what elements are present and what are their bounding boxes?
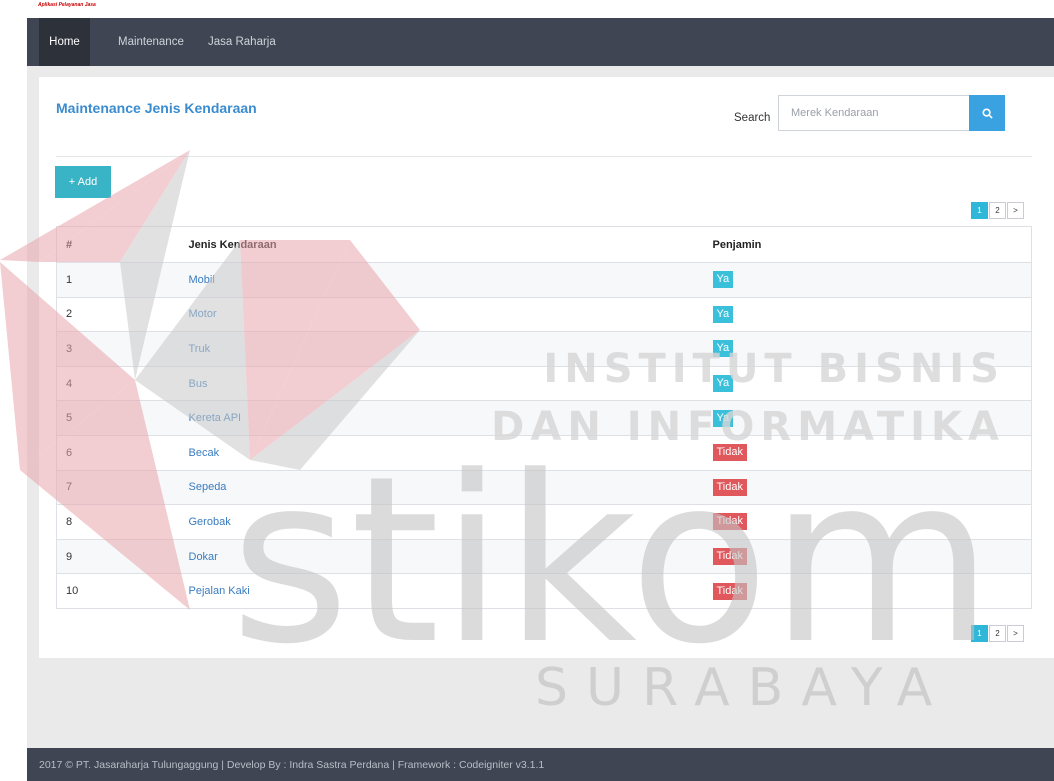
- row-number: 7: [56, 469, 189, 505]
- table-row: 5 Kereta API Ya: [56, 400, 1032, 436]
- row-jenis-cell: Kereta API: [188, 400, 713, 436]
- table-row: 7 Sepeda Tidak: [56, 469, 1032, 505]
- row-penjamin-cell: Tidak: [712, 538, 1032, 574]
- row-number: 8: [56, 504, 189, 540]
- penjamin-badge: Tidak: [712, 582, 747, 600]
- pagination-top: 1 2 >: [971, 202, 1024, 219]
- row-penjamin-cell: Tidak: [712, 504, 1032, 540]
- jenis-kendaraan-table: # Jenis Kendaraan Penjamin 1 Mobil Ya 2 Moto…: [56, 226, 1032, 609]
- jenis-kendaraan-link[interactable]: Bus: [189, 378, 208, 390]
- nav-jasa-raharja[interactable]: Jasa Raharja: [208, 18, 276, 66]
- penjamin-badge: Ya: [712, 340, 734, 358]
- row-jenis-cell: Truk: [188, 331, 713, 367]
- jenis-kendaraan-link[interactable]: Kereta API: [189, 412, 242, 424]
- row-jenis-cell: Motor: [188, 296, 713, 332]
- row-number: 2: [56, 296, 189, 332]
- search-button[interactable]: [969, 95, 1005, 131]
- row-number: 6: [56, 434, 189, 471]
- row-number: 1: [56, 262, 189, 298]
- row-penjamin-cell: Ya: [712, 365, 1032, 401]
- penjamin-badge: Tidak: [712, 548, 747, 566]
- table-row: 3 Truk Ya: [56, 331, 1032, 367]
- row-number: 5: [56, 400, 189, 436]
- next-page-button[interactable]: >: [1007, 202, 1024, 219]
- jenis-kendaraan-link[interactable]: Dokar: [189, 551, 218, 563]
- table-row: 2 Motor Ya: [56, 296, 1032, 332]
- page-1-button[interactable]: 1: [971, 625, 988, 642]
- row-jenis-cell: Pejalan Kaki: [188, 573, 713, 609]
- row-number: 10: [56, 573, 189, 609]
- row-jenis-cell: Dokar: [188, 538, 713, 574]
- table-row: 6 Becak Tidak: [56, 434, 1032, 471]
- footer: 2017 © PT. Jasaraharja Tulungaggung | De…: [27, 748, 1054, 781]
- page-2-button[interactable]: 2: [989, 625, 1006, 642]
- row-penjamin-cell: Ya: [712, 262, 1032, 298]
- divider: [56, 156, 1032, 157]
- pagination-bottom: 1 2 >: [971, 625, 1024, 642]
- row-jenis-cell: Gerobak: [188, 504, 713, 540]
- penjamin-badge: Ya: [712, 305, 734, 323]
- table-row: 8 Gerobak Tidak: [56, 504, 1032, 540]
- jenis-kendaraan-link[interactable]: Gerobak: [189, 516, 231, 528]
- nav-home[interactable]: Home: [39, 18, 90, 66]
- table-row: 9 Dokar Tidak: [56, 538, 1032, 574]
- column-header-penjamin: Penjamin: [712, 226, 1032, 263]
- row-number: 3: [56, 331, 189, 367]
- jenis-kendaraan-link[interactable]: Motor: [189, 308, 217, 320]
- app-brand-strip: Aplikasi Pelayanan Jasa: [38, 2, 96, 8]
- row-penjamin-cell: Tidak: [712, 434, 1032, 471]
- jenis-kendaraan-link[interactable]: Sepeda: [189, 481, 227, 493]
- row-penjamin-cell: Tidak: [712, 469, 1032, 505]
- penjamin-badge: Ya: [712, 409, 734, 427]
- row-penjamin-cell: Ya: [712, 400, 1032, 436]
- jenis-kendaraan-link[interactable]: Mobil: [189, 274, 215, 286]
- penjamin-badge: Tidak: [712, 513, 747, 531]
- search-label: Search: [734, 112, 771, 124]
- search-icon: [981, 107, 993, 119]
- row-penjamin-cell: Ya: [712, 331, 1032, 367]
- table-body: 1 Mobil Ya 2 Motor Ya 3 Truk Ya 4 Bus Ya 5 Kereta API…: [56, 262, 1032, 609]
- penjamin-badge: Tidak: [712, 478, 747, 496]
- column-header-jenis: Jenis Kendaraan: [188, 226, 713, 263]
- add-button[interactable]: + Add: [55, 166, 111, 198]
- page-title: Maintenance Jenis Kendaraan: [56, 100, 257, 116]
- row-penjamin-cell: Ya: [712, 296, 1032, 332]
- search-input[interactable]: [778, 95, 970, 131]
- top-navbar: Home Maintenance Jasa Raharja: [27, 18, 1054, 66]
- table-row: 4 Bus Ya: [56, 365, 1032, 401]
- row-number: 9: [56, 538, 189, 574]
- row-jenis-cell: Bus: [188, 365, 713, 401]
- penjamin-badge: Tidak: [712, 444, 747, 462]
- jenis-kendaraan-link[interactable]: Pejalan Kaki: [189, 585, 250, 597]
- table-row: 10 Pejalan Kaki Tidak: [56, 573, 1032, 609]
- row-number: 4: [56, 365, 189, 401]
- row-jenis-cell: Mobil: [188, 262, 713, 298]
- penjamin-badge: Ya: [712, 375, 734, 393]
- jenis-kendaraan-link[interactable]: Becak: [189, 447, 220, 459]
- penjamin-badge: Ya: [712, 271, 734, 289]
- jenis-kendaraan-link[interactable]: Truk: [189, 343, 211, 355]
- row-jenis-cell: Sepeda: [188, 469, 713, 505]
- page-2-button[interactable]: 2: [989, 202, 1006, 219]
- next-page-button[interactable]: >: [1007, 625, 1024, 642]
- table-header-row: # Jenis Kendaraan Penjamin: [56, 226, 1032, 263]
- column-header-no: #: [56, 226, 189, 263]
- row-jenis-cell: Becak: [188, 434, 713, 471]
- row-penjamin-cell: Tidak: [712, 573, 1032, 609]
- page-1-button[interactable]: 1: [971, 202, 988, 219]
- table-row: 1 Mobil Ya: [56, 262, 1032, 298]
- nav-maintenance[interactable]: Maintenance: [118, 18, 184, 66]
